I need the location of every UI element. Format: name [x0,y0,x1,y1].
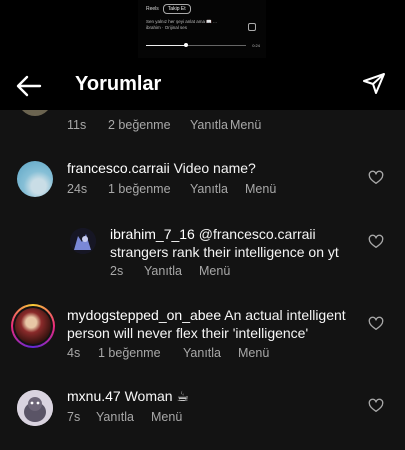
reply-button[interactable]: Yanıtla [183,346,238,360]
arrow-left-icon [16,75,42,97]
video-frame[interactable]: Reels Takip Et Sen yalnız her şeyi anlat… [138,0,266,58]
reply-button[interactable]: Yanıtla [144,264,199,278]
comment-text: Woman ☕ [124,388,190,404]
avatar[interactable] [70,228,96,254]
video-progress-bar[interactable] [146,43,246,47]
likes-count[interactable]: 1 beğenme [108,182,190,196]
share-button[interactable] [359,69,389,99]
comment-body: ibrahim_7_16 @francesco.carraii stranger… [110,225,360,261]
video-time: 0:24 [252,43,260,48]
comment-meta: 11s 2 beğenme Yanıtla Menü [67,118,261,132]
comment-list[interactable]: 11s 2 beğenme Yanıtla Menü francesco.car… [0,110,405,450]
video-audio: ibrahim · Orijinal ses [146,25,188,30]
likes-count[interactable]: 1 beğenme [98,346,183,360]
comment-text-part-1: An actual intelligent [224,307,346,323]
avatar-story-ring[interactable] [11,304,55,348]
comment-body: mxnu.47 Woman ☕ [67,387,357,405]
page-title: Yorumlar [75,73,162,95]
avatar[interactable] [18,110,52,116]
menu-button[interactable]: Menü [199,264,230,278]
comment-text-part-2: person will never flex their 'intelligen… [67,325,309,341]
menu-button[interactable]: Menü [238,346,269,360]
video-top-label: Reels [146,6,159,12]
comment-username[interactable]: ibrahim_7_16 [110,226,195,242]
menu-button[interactable]: Menü [245,182,276,196]
likes-count[interactable]: 2 beğenme [108,118,190,132]
comment-time: 4s [67,346,81,360]
avatar [13,306,53,346]
comment-time: 24s [67,182,88,196]
comment-time: 2s [110,264,124,278]
comment-text: strangers rank their intelligence on yt [110,244,339,260]
heart-icon[interactable] [368,234,384,250]
comment-meta: 2s Yanıtla Menü [110,264,230,278]
heart-icon[interactable] [368,170,384,186]
reply-button[interactable]: Yanıtla [190,118,230,132]
comment-meta: 24s 1 beğenme Yanıtla Menü [67,182,276,196]
comment-text: Video name? [173,160,256,176]
mention-link[interactable]: @francesco.carraii [199,226,316,242]
avatar[interactable] [17,161,53,197]
comment-meta: 7s Yanıtla Menü [67,410,182,424]
comment-body: mydogstepped_on_abee An actual intellige… [67,306,367,342]
video-progress-knob[interactable] [184,43,188,47]
menu-button[interactable]: Menü [230,118,261,132]
video-save-icon[interactable] [248,23,256,31]
comments-header: Yorumlar [0,64,405,110]
comment-username[interactable]: mydogstepped_on_abee [67,307,221,323]
comment-time: 11s [67,118,87,132]
reply-button[interactable]: Yanıtla [96,410,151,424]
heart-icon[interactable] [368,398,384,414]
reply-button[interactable]: Yanıtla [190,182,245,196]
heart-icon[interactable] [368,316,384,332]
video-progress-fill [146,45,186,46]
video-preview: Reels Takip Et Sen yalnız her şeyi anlat… [0,0,405,64]
back-button[interactable] [14,71,44,101]
comment-username[interactable]: mxnu.47 [67,388,121,404]
avatar-photo [15,308,51,344]
avatar-graphic [17,390,53,426]
comment-meta: 4s 1 beğenme Yanıtla Menü [67,346,269,360]
comment-body: francesco.carraii Video name? [67,159,357,177]
avatar[interactable] [17,390,53,426]
menu-button[interactable]: Menü [151,410,182,424]
comment-username[interactable]: francesco.carraii [67,160,170,176]
comment-time: 7s [67,410,81,424]
avatar-graphic [70,228,96,254]
video-header: Reels Takip Et [146,4,191,14]
video-caption-block: Sen yalnız her şeyi anlat ama 📖 ... ibra… [146,19,246,31]
paper-plane-icon [363,73,385,94]
video-follow-pill[interactable]: Takip Et [162,4,191,14]
